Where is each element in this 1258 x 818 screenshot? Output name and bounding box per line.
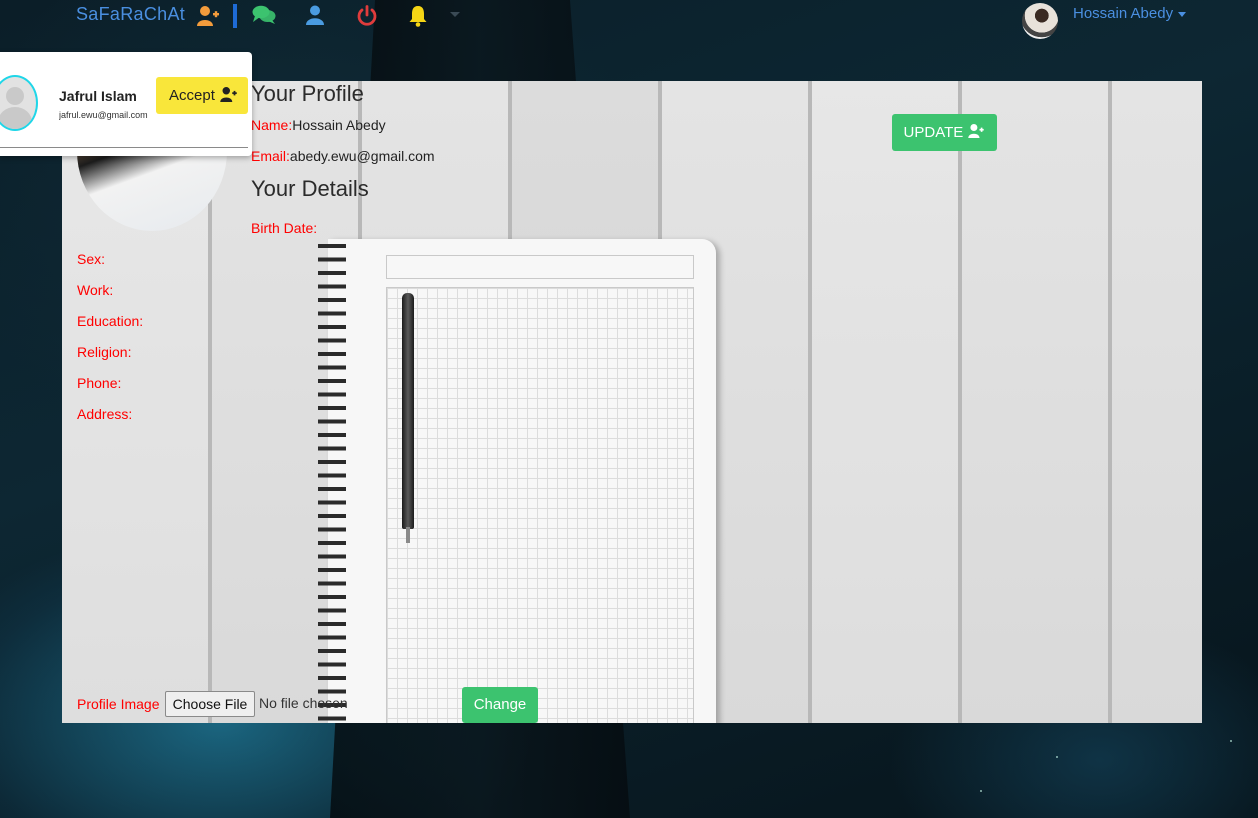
religion-label: Religion: [77, 344, 132, 360]
add-user-icon [220, 87, 237, 102]
accept-label: Accept [169, 87, 215, 104]
change-button[interactable]: Change [462, 687, 538, 723]
email-value: abedy.ewu@gmail.com [289, 148, 435, 164]
education-label: Education: [77, 313, 144, 329]
details-title: Your Details [251, 176, 369, 201]
avatar[interactable] [1022, 3, 1058, 39]
notebook-image [318, 239, 716, 723]
name-label: Name: [251, 117, 293, 133]
notification-caret-icon[interactable] [450, 12, 460, 17]
divider [0, 147, 248, 148]
pen-image [402, 293, 414, 529]
add-user-icon [968, 124, 985, 138]
phone-label: Phone: [77, 375, 122, 391]
email-label: Email: [251, 148, 290, 164]
name-row: Name:Hossain Abedy [251, 117, 386, 133]
email-row: Email:abedy.ewu@gmail.com [251, 148, 435, 164]
background-star [980, 790, 982, 792]
navbar: SaFaRaChAt Hossain Abedy [0, 0, 1258, 39]
update-button[interactable]: UPDATE [892, 114, 997, 151]
power-icon[interactable] [356, 5, 378, 31]
choose-file-button[interactable]: Choose File [165, 691, 255, 717]
file-status: No file chosen [259, 695, 348, 711]
sex-label: Sex: [77, 251, 106, 267]
avatar [0, 75, 38, 131]
user-menu-name[interactable]: Hossain Abedy [1073, 5, 1173, 22]
brand-logo[interactable]: SaFaRaChAt [76, 4, 185, 25]
profile-image-label: Profile Image [77, 696, 160, 712]
name-value: Hossain Abedy [292, 117, 386, 133]
nav-separator [233, 4, 237, 28]
background-star [1056, 756, 1058, 758]
add-friend-icon[interactable] [196, 5, 220, 31]
birth-date-label: Birth Date: [251, 220, 318, 236]
profile-panel: Your Profile Name:Hossain Abedy Email:ab… [62, 81, 1202, 723]
work-label: Work: [77, 282, 114, 298]
request-email: jafrul.ewu@gmail.com [59, 110, 148, 120]
wood-plank [812, 81, 958, 723]
chevron-down-icon[interactable] [1178, 12, 1186, 17]
chat-icon[interactable] [252, 5, 276, 29]
update-label: UPDATE [903, 124, 964, 141]
profile-icon[interactable] [306, 5, 324, 29]
profile-title: Your Profile [251, 81, 364, 106]
address-label: Address: [77, 406, 133, 422]
request-name: Jafrul Islam [59, 88, 137, 104]
accept-button[interactable]: Accept [156, 77, 248, 114]
bell-icon[interactable] [408, 5, 428, 31]
friend-request-dropdown: Jafrul Islam jafrul.ewu@gmail.com Accept [0, 52, 252, 156]
notebook-grid [386, 287, 694, 723]
pen-tip [406, 527, 410, 543]
background-star [1230, 740, 1232, 742]
notebook-header [386, 255, 694, 279]
notebook-spiral [318, 239, 346, 723]
